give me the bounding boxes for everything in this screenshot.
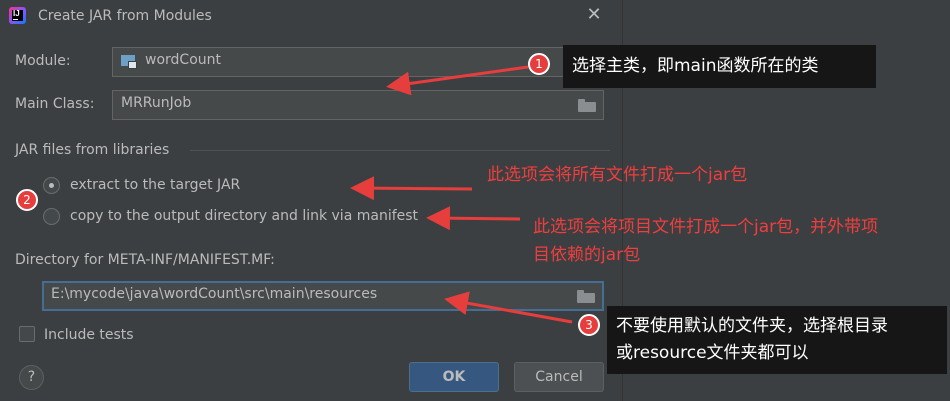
folder-icon[interactable]: [578, 99, 596, 112]
section-separator: [190, 150, 610, 151]
include-tests-checkbox[interactable]: [19, 326, 35, 342]
annotation-badge-3: 3: [578, 314, 600, 336]
include-tests-label[interactable]: Include tests: [44, 327, 134, 343]
copy-option-label[interactable]: copy to the output directory and link vi…: [70, 208, 418, 224]
annotation-note-manifest: 不要使用默认的文件夹，选择根目录 或resource文件夹都可以: [607, 306, 947, 374]
annotation-note-copy-line1: 此选项会将项目文件打成一个jar包，并外带项: [533, 217, 879, 237]
extract-radio[interactable]: [43, 177, 60, 194]
main-class-value: MRRunJob: [121, 95, 192, 111]
annotation-badge-2: 2: [16, 189, 38, 211]
annotation-note-manifest-line1: 不要使用默认的文件夹，选择根目录: [616, 316, 888, 336]
title-bar: IJ Create JAR from Modules ✕: [0, 0, 622, 33]
annotation-note-extract: 此选项会将所有文件打成一个jar包: [487, 165, 748, 185]
manifest-dir-label: Directory for META-INF/MANIFEST.MF:: [15, 252, 275, 268]
module-value: wordCount: [145, 52, 221, 68]
annotation-note-main-class: 选择主类，即main函数所在的类: [563, 45, 876, 88]
annotation-badge-1: 1: [528, 53, 550, 75]
cancel-button[interactable]: Cancel: [514, 362, 604, 392]
help-icon[interactable]: ?: [19, 365, 44, 390]
extract-option-label[interactable]: extract to the target JAR: [70, 177, 240, 193]
main-class-field[interactable]: MRRunJob: [112, 90, 604, 120]
jar-files-section-title: JAR files from libraries: [15, 142, 170, 158]
annotation-note-copy-line2: 目依赖的jar包: [533, 245, 641, 265]
main-class-label: Main Class:: [15, 96, 95, 112]
dialog-title: Create JAR from Modules: [38, 8, 212, 24]
ok-button[interactable]: OK: [409, 362, 499, 392]
intellij-idea-icon: IJ: [9, 7, 26, 24]
manifest-dir-value: E:\mycode\java\wordCount\src\main\resour…: [51, 286, 378, 302]
folder-icon[interactable]: [577, 290, 595, 303]
module-label: Module:: [15, 53, 71, 69]
manifest-dir-field[interactable]: E:\mycode\java\wordCount\src\main\resour…: [42, 281, 604, 311]
annotation-note-manifest-line2: 或resource文件夹都可以: [616, 343, 809, 363]
copy-radio[interactable]: [43, 208, 60, 225]
close-icon[interactable]: ✕: [584, 5, 604, 25]
radio-selected-dot: [49, 183, 54, 188]
module-icon: [121, 55, 137, 69]
